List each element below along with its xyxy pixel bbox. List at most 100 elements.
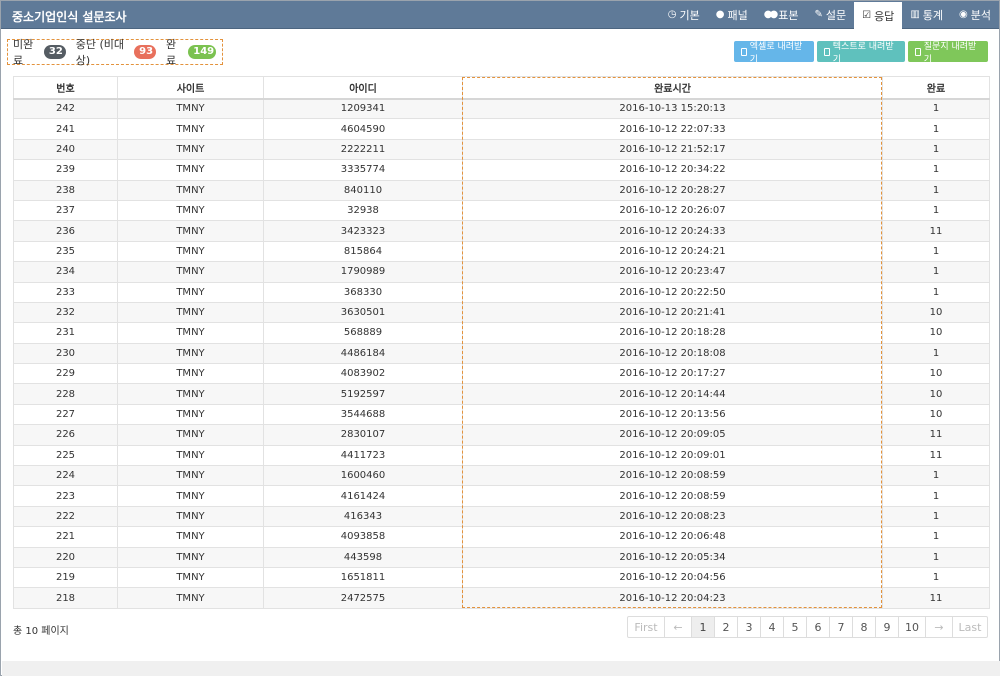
table-row[interactable]: 227 TMNY 3544688 2016-10-12 20:13:56 10 <box>13 403 990 426</box>
table-row[interactable]: 226 TMNY 2830107 2016-10-12 20:09:05 11 <box>13 424 990 446</box>
pagination-page-7[interactable]: 7 <box>829 616 853 638</box>
cell-number: 220 <box>13 546 118 568</box>
cell-id: 4486184 <box>263 342 463 365</box>
cell-site: TMNY <box>117 138 264 161</box>
cell-number: 242 <box>13 97 118 120</box>
complete-count-badge: 149 <box>188 45 217 59</box>
nav-item-2[interactable]: ●● 표본 <box>756 1 807 29</box>
text-download-label: 텍스트로 내려받기 <box>832 41 894 65</box>
pagination-first[interactable]: First <box>627 616 665 638</box>
header-completed-time[interactable]: 완료시간 <box>462 76 883 100</box>
cell-number: 240 <box>13 138 118 161</box>
table-row[interactable]: 224 TMNY 1600460 2016-10-12 20:08:59 1 <box>13 465 990 487</box>
header-number[interactable]: 번호 <box>13 76 118 100</box>
cell-complete: 1 <box>882 281 990 303</box>
survey-download-button[interactable]: 질문지 내려받기 <box>908 41 988 65</box>
cell-id: 3335774 <box>263 159 463 181</box>
pagination: First ← 1 2 3 4 5 6 7 8 9 10 → Last <box>627 616 988 638</box>
excel-download-label: 엑셀로 내려받기 <box>749 41 803 65</box>
table-row[interactable]: 228 TMNY 5192597 2016-10-12 20:14:44 10 <box>13 383 990 405</box>
table-row[interactable]: 242 TMNY 1209341 2016-10-13 15:20:13 1 <box>13 97 990 120</box>
main-nav: ◷ 기본 ● 패널 ●● 표본 ✎ 설문 ☑ 응답 ▥ 통계 ◉ 분석 <box>660 1 999 29</box>
users-icon: ●● <box>763 9 779 20</box>
nav-item-5[interactable]: ▥ 통계 <box>902 1 951 29</box>
cell-completed-time: 2016-10-13 15:20:13 <box>462 97 883 120</box>
nav-item-3[interactable]: ✎ 설문 <box>806 1 854 29</box>
nav-item-label: 응답 <box>874 9 895 23</box>
cell-number: 237 <box>13 199 118 222</box>
header-site[interactable]: 사이트 <box>117 76 264 100</box>
cell-site: TMNY <box>117 403 264 426</box>
table-row[interactable]: 220 TMNY 443598 2016-10-12 20:05:34 1 <box>13 546 990 568</box>
cell-id: 2472575 <box>263 587 463 609</box>
cell-completed-time: 2016-10-12 20:13:56 <box>462 403 883 426</box>
table-row[interactable]: 231 TMNY 568889 2016-10-12 20:18:28 10 <box>13 322 990 344</box>
nav-item-6[interactable]: ◉ 분석 <box>951 1 999 29</box>
responses-table: 번호 사이트 아이디 완료시간 완료 242 TMNY 1209341 2016-10… <box>13 76 990 609</box>
pagination-page-8[interactable]: 8 <box>852 616 876 638</box>
cell-completed-time: 2016-10-12 20:23:47 <box>462 261 883 283</box>
header-complete[interactable]: 완료 <box>882 76 990 100</box>
table-row[interactable]: 218 TMNY 2472575 2016-10-12 20:04:23 11 <box>13 587 990 609</box>
table-row[interactable]: 233 TMNY 368330 2016-10-12 20:22:50 1 <box>13 281 990 303</box>
pagination-page-5[interactable]: 5 <box>783 616 807 638</box>
header-id[interactable]: 아이디 <box>263 76 463 100</box>
table-row[interactable]: 236 TMNY 3423323 2016-10-12 20:24:33 11 <box>13 220 990 242</box>
table-row[interactable]: 234 TMNY 1790989 2016-10-12 20:23:47 1 <box>13 261 990 283</box>
cell-complete: 1 <box>882 566 990 589</box>
table-row[interactable]: 223 TMNY 4161424 2016-10-12 20:08:59 1 <box>13 485 990 507</box>
cell-number: 228 <box>13 383 118 405</box>
pagination-page-2[interactable]: 2 <box>714 616 738 638</box>
table-row[interactable]: 222 TMNY 416343 2016-10-12 20:08:23 1 <box>13 505 990 528</box>
cell-completed-time: 2016-10-12 20:24:21 <box>462 240 883 263</box>
cell-id: 3544688 <box>263 403 463 426</box>
file-icon <box>915 47 921 56</box>
pagination-page-3[interactable]: 3 <box>737 616 761 638</box>
pagination-next-arrow-icon[interactable]: → <box>925 616 953 638</box>
pagination-page-6[interactable]: 6 <box>806 616 830 638</box>
cell-id: 4161424 <box>263 485 463 507</box>
incomplete-label: 미완료 <box>13 38 34 67</box>
cell-number: 229 <box>13 363 118 385</box>
cell-completed-time: 2016-10-12 20:26:07 <box>462 199 883 222</box>
table-row[interactable]: 219 TMNY 1651811 2016-10-12 20:04:56 1 <box>13 566 990 589</box>
pagination-page-4[interactable]: 4 <box>760 616 784 638</box>
pagination-page-9[interactable]: 9 <box>875 616 899 638</box>
pagination-page-1[interactable]: 1 <box>691 616 715 638</box>
pagination-prev-arrow-icon[interactable]: ← <box>664 616 692 638</box>
cell-site: TMNY <box>117 526 264 548</box>
table-row[interactable]: 232 TMNY 3630501 2016-10-12 20:21:41 10 <box>13 301 990 324</box>
cell-complete: 1 <box>882 179 990 201</box>
table-row[interactable]: 229 TMNY 4083902 2016-10-12 20:17:27 10 <box>13 363 990 385</box>
pagination-page-10[interactable]: 10 <box>898 616 926 638</box>
cell-id: 368330 <box>263 281 463 303</box>
excel-download-button[interactable]: 엑셀로 내려받기 <box>734 41 814 65</box>
check-square-icon: ☑ <box>862 9 872 21</box>
cell-site: TMNY <box>117 281 264 303</box>
cell-id: 3423323 <box>263 220 463 242</box>
table-row[interactable]: 235 TMNY 815864 2016-10-12 20:24:21 1 <box>13 240 990 263</box>
cell-number: 222 <box>13 505 118 528</box>
download-buttons: 엑셀로 내려받기 텍스트로 내려받기 질문지 내려받기 <box>734 41 988 65</box>
table-row[interactable]: 230 TMNY 4486184 2016-10-12 20:18:08 1 <box>13 342 990 365</box>
table-row[interactable]: 238 TMNY 840110 2016-10-12 20:28:27 1 <box>13 179 990 201</box>
table-row[interactable]: 240 TMNY 2222211 2016-10-12 21:52:17 1 <box>13 138 990 161</box>
cell-complete: 1 <box>882 505 990 528</box>
table-row[interactable]: 239 TMNY 3335774 2016-10-12 20:34:22 1 <box>13 159 990 181</box>
text-download-button[interactable]: 텍스트로 내려받기 <box>817 41 905 65</box>
cell-complete: 10 <box>882 301 990 324</box>
table-row[interactable]: 225 TMNY 4411723 2016-10-12 20:09:01 11 <box>13 444 990 467</box>
table-row[interactable]: 221 TMNY 4093858 2016-10-12 20:06:48 1 <box>13 526 990 548</box>
cell-completed-time: 2016-10-12 20:28:27 <box>462 179 883 201</box>
table-row[interactable]: 237 TMNY 32938 2016-10-12 20:26:07 1 <box>13 199 990 222</box>
nav-item-1[interactable]: ● 패널 <box>708 1 756 29</box>
cell-number: 231 <box>13 322 118 344</box>
cell-complete: 1 <box>882 138 990 161</box>
table-row[interactable]: 241 TMNY 4604590 2016-10-12 22:07:33 1 <box>13 118 990 140</box>
cell-site: TMNY <box>117 97 264 120</box>
cell-number: 226 <box>13 424 118 446</box>
cell-completed-time: 2016-10-12 20:04:23 <box>462 587 883 609</box>
pagination-last[interactable]: Last <box>952 616 988 638</box>
nav-item-4[interactable]: ☑ 응답 <box>854 2 903 29</box>
nav-item-0[interactable]: ◷ 기본 <box>660 1 708 29</box>
